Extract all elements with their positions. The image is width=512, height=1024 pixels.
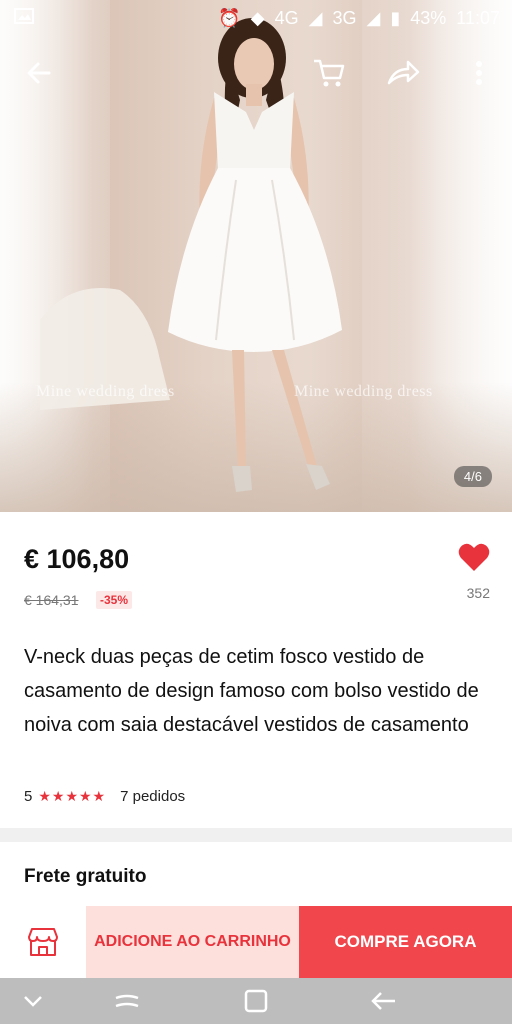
system-navigation-bar — [0, 978, 512, 1024]
signal-4g-label: 4G — [274, 8, 299, 28]
signal-bars-icon: ◢ — [308, 8, 323, 28]
gallery-notification-icon — [14, 8, 34, 29]
buy-now-button[interactable]: COMPRE AGORA — [299, 906, 512, 978]
dress-model-image — [40, 18, 342, 492]
store-icon — [28, 928, 58, 956]
battery-icon: ▮ — [390, 8, 401, 28]
watermark-right: Mine wedding dress — [294, 383, 433, 400]
hide-nav-icon[interactable] — [18, 988, 48, 1014]
rating-value: 5 — [24, 788, 33, 805]
recent-apps-icon[interactable] — [112, 988, 142, 1014]
product-title: V-neck duas peças de cetim fosco vestido… — [24, 646, 479, 736]
cart-icon[interactable] — [312, 56, 346, 90]
back-nav-icon[interactable] — [368, 988, 398, 1014]
alarm-icon: ⏰ — [218, 8, 241, 28]
home-icon[interactable] — [241, 988, 271, 1014]
watermark-left: Mine wedding dress — [36, 383, 175, 400]
image-counter: 4/6 — [453, 466, 492, 487]
original-price: € 164,31 — [24, 592, 79, 608]
share-icon[interactable] — [386, 56, 420, 90]
signal-bars2-icon: ◢ — [366, 8, 381, 28]
rating-stars: ★★★★★ — [38, 788, 107, 804]
heart-icon[interactable] — [458, 542, 490, 574]
more-options-icon[interactable] — [462, 56, 496, 90]
discount-badge: -35% — [96, 591, 133, 609]
action-bar: ADICIONE AO CARRINHO COMPRE AGORA — [0, 906, 512, 978]
rating-row[interactable]: 5 ★★★★★ 7 pedidos — [24, 788, 185, 805]
clock: 11:07 — [456, 8, 500, 28]
signal-3g-label: 3G — [332, 8, 357, 28]
status-bar: ⏰ ◆ 4G ◢ 3G ◢ ▮ 43% 11:07 — [0, 0, 512, 36]
add-to-cart-button[interactable]: ADICIONE AO CARRINHO — [86, 906, 299, 978]
shipping-info[interactable]: Frete gratuito — [24, 866, 146, 888]
battery-level: 43% — [410, 8, 447, 28]
section-divider — [0, 828, 512, 842]
orders-count: 7 pedidos — [120, 788, 186, 805]
current-price: € 106,80 — [24, 544, 130, 574]
back-icon[interactable] — [22, 56, 56, 90]
signal-icon: ◆ — [250, 8, 265, 28]
wishlist-count: 352 — [466, 585, 490, 601]
product-image-gallery[interactable]: Mine wedding dress Mine wedding dress ⏰ … — [0, 0, 512, 512]
store-button[interactable] — [0, 906, 86, 978]
